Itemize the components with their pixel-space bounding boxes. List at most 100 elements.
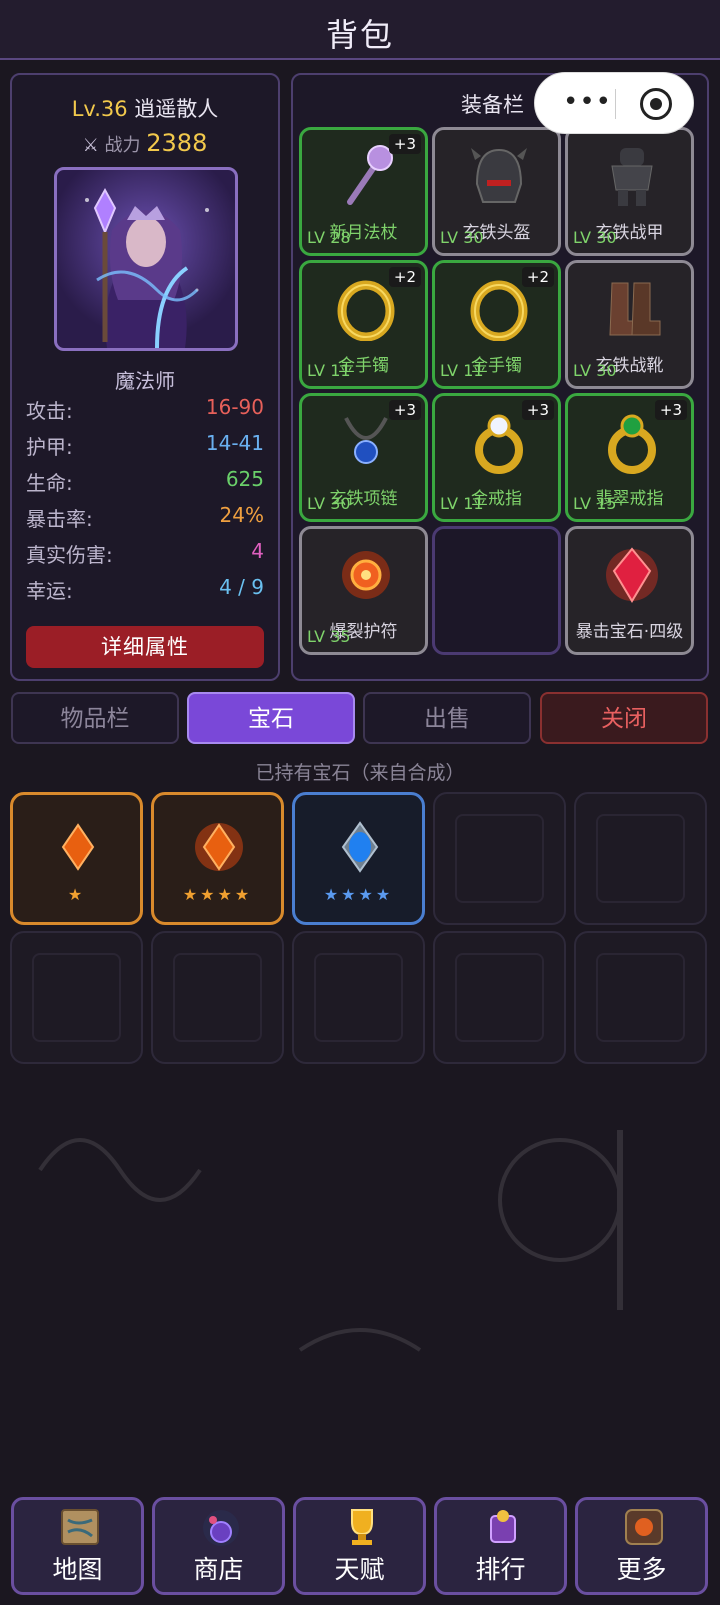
fire-gem-icon [61,823,95,871]
combat-power: ⚔ 战力 2388 [12,129,278,157]
stat-label: 幸运: [26,579,73,603]
nav-more-button[interactable]: 更多 [575,1497,708,1595]
nav-label: 更多 [616,1555,667,1584]
boots-icon [609,282,661,336]
equip-level: LV 15 [573,494,617,513]
more-menu-icon [625,1509,663,1545]
tab-sell[interactable]: 出售 [363,692,531,744]
enhance-badge: +3 [388,134,421,154]
equip-name: 暴击宝石·四级 [575,622,684,642]
nav-rank-button[interactable]: 排行 [434,1497,567,1595]
slot-inner [455,814,544,903]
bracelet-icon [470,280,528,341]
tab-close[interactable]: 关闭 [540,692,708,744]
fire-gem-icon [195,823,243,871]
enhance-badge: +3 [521,400,554,420]
gem-slot-empty[interactable] [151,931,284,1064]
header-bar: 背包 [0,0,720,60]
gem-slot[interactable]: ★★★★ [151,792,284,925]
stat-label: 护甲: [26,435,73,459]
equip-slot-armor[interactable]: 玄铁战甲 LV 30 [565,127,694,256]
more-dots-icon[interactable]: ••• [563,89,612,115]
equip-slot-boots[interactable]: 玄铁战靴 LV 30 [565,260,694,389]
equip-level: LV 35 [307,627,351,646]
equip-slot-ring-right[interactable]: +3 翡翠戒指 LV 15 [565,393,694,522]
slot-inner [596,953,685,1042]
equip-slot-helmet[interactable]: 玄铁头盔 LV 30 [432,127,561,256]
enhance-badge: +2 [388,267,421,287]
crit-gem-icon [606,547,658,603]
nav-label: 地图 [52,1555,103,1584]
necklace-icon [344,417,388,464]
equip-slot-bracelet-right[interactable]: +2 金手镯 LV 11 [432,260,561,389]
tab-items[interactable]: 物品栏 [11,692,179,744]
equip-level: LV 30 [440,228,484,247]
equip-slot-gem[interactable]: 暴击宝石·四级 [565,526,694,655]
map-icon [61,1509,99,1545]
character-name: 逍遥散人 [134,97,219,121]
background-decoration [38,1130,623,1352]
crossed-swords-icon: ⚔ [82,135,99,156]
character-portrait[interactable] [54,167,238,351]
enhance-badge: +3 [654,400,687,420]
trophy-icon [351,1509,373,1545]
stat-row-crit: 暴击率: 24% [26,503,264,533]
detail-attributes-button[interactable]: 详细属性 [26,626,264,668]
equip-slot-ring-left[interactable]: +3 金戒指 LV 11 [432,393,561,522]
amulet-icon [342,551,390,599]
equip-level: LV 30 [307,494,351,513]
equipment-panel: 装备栏 +3 新月法杖 LV 28 玄铁头盔 LV 30 玄铁战甲 LV 30 [291,73,709,681]
gem-slot-empty[interactable] [292,931,425,1064]
emerald-ring-icon [608,414,656,474]
gem-slot-empty[interactable] [433,792,566,925]
stat-value: 14-41 [205,431,264,455]
enhance-badge: +2 [521,267,554,287]
slot-inner [596,814,685,903]
close-miniprogram-icon[interactable] [640,88,672,120]
gem-slot-empty[interactable] [574,931,707,1064]
ranking-icon [490,1510,516,1543]
ring-icon [475,414,523,474]
gem-stars: ★★★★ [323,885,394,904]
nav-talent-button[interactable]: 天赋 [293,1497,426,1595]
slot-inner [455,953,544,1042]
gem-slot[interactable]: ★ [10,792,143,925]
stat-value: 16-90 [205,395,264,419]
equip-slot-weapon[interactable]: +3 新月法杖 LV 28 [299,127,428,256]
stat-row-hp: 生命: 625 [26,467,264,497]
stat-row-attack: 攻击: 16-90 [26,395,264,425]
armor-icon [611,148,653,206]
gems-hint: 已持有宝石（来自合成） [255,762,465,784]
equip-slot-empty[interactable] [432,526,561,655]
tab-gems[interactable]: 宝石 [187,692,355,744]
slot-inner [173,953,262,1042]
character-level-name: Lv.36 逍遥散人 [12,93,278,123]
water-gem-icon [341,821,379,873]
gem-stars: ★ [67,885,86,904]
stat-value: 4 [251,539,264,563]
stat-row-armor: 护甲: 14-41 [26,431,264,461]
stat-row-true-damage: 真实伤害: 4 [26,539,264,569]
gem-slot-empty[interactable] [10,931,143,1064]
stat-value: 24% [219,503,264,527]
equip-slot-necklace[interactable]: +3 玄铁项链 LV 30 [299,393,428,522]
equipment-title: 装备栏 [461,93,524,117]
stat-label: 真实伤害: [26,543,113,567]
nav-label: 商店 [193,1555,244,1584]
nav-map-button[interactable]: 地图 [11,1497,144,1595]
gem-slot-empty[interactable] [574,792,707,925]
equip-level: LV 11 [440,494,484,513]
gem-slot-empty[interactable] [433,931,566,1064]
equip-level: LV 11 [440,361,484,380]
stat-label: 攻击: [26,399,73,423]
power-label: 战力 [104,135,141,156]
stat-label: 生命: [26,471,73,495]
power-value: 2388 [146,129,208,157]
equip-slot-bracelet-left[interactable]: +2 金手镯 LV 11 [299,260,428,389]
equip-slot-amulet[interactable]: 爆裂护符 LV 35 [299,526,428,655]
staff-icon [347,145,393,205]
gem-slot[interactable]: ★★★★ [292,792,425,925]
capsule-divider [615,89,616,119]
nav-shop-button[interactable]: 商店 [152,1497,285,1595]
shop-icon [203,1510,239,1546]
